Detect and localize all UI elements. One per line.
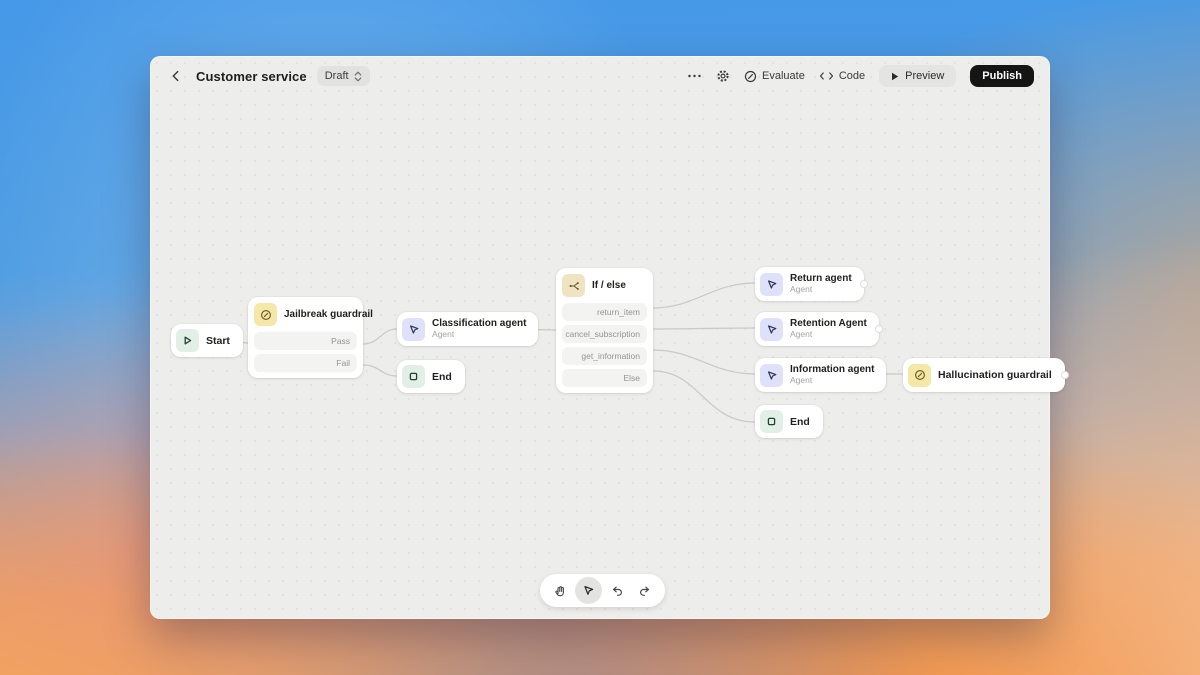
node-subtitle: Agent [790,376,874,386]
output-port[interactable] [860,280,868,288]
guardrail-icon [254,303,277,326]
canvas[interactable]: Customer service Draft Evaluate Code Pr [150,56,1050,619]
node-label: End [432,371,452,383]
end-stop-icon [760,410,783,433]
node-subtitle: Agent [432,330,526,340]
preview-button[interactable]: Preview [879,65,956,87]
status-dropdown[interactable]: Draft [317,66,370,86]
branch-row-get-information[interactable]: get_information [562,347,647,365]
pan-tool-button[interactable] [547,577,574,604]
node-title: Jailbreak guardrail [284,309,373,320]
evaluate-button[interactable]: Evaluate [744,70,805,83]
node-subtitle: Agent [790,285,852,295]
node-if-else[interactable]: If / else return_item cancel_subscriptio… [556,268,653,393]
chevron-up-down-icon [354,71,362,82]
agent-icon [760,364,783,387]
node-label: End [790,416,810,428]
node-start[interactable]: Start [171,324,243,357]
undo-button[interactable] [603,577,630,604]
branch-row-cancel-subscription[interactable]: cancel_subscription [562,325,647,343]
start-play-icon [176,329,199,352]
node-jailbreak-guardrail[interactable]: Jailbreak guardrail Pass Fail [248,297,363,378]
settings-button[interactable] [716,69,730,83]
page-title: Customer service [196,69,307,84]
more-menu-button[interactable] [687,69,702,83]
branch-row-else[interactable]: Else [562,369,647,387]
agent-icon [402,318,425,341]
node-hallucination-guardrail[interactable]: Hallucination guardrail [903,358,1065,392]
code-icon [819,70,834,82]
node-label: Start [206,335,230,347]
guardrail-icon [908,364,931,387]
ellipsis-icon [687,69,702,83]
publish-label: Publish [982,70,1022,82]
cursor-icon [582,584,595,597]
status-badge: Draft [325,70,349,82]
redo-icon [638,584,652,598]
agent-icon [760,318,783,341]
node-return-agent[interactable]: Return agent Agent [755,267,864,301]
node-retention-agent[interactable]: Retention Agent Agent [755,312,879,346]
preview-label: Preview [905,70,944,82]
publish-button[interactable]: Publish [970,65,1034,87]
node-title: If / else [592,280,626,291]
play-icon [891,72,899,81]
node-subtitle: Agent [790,330,867,340]
node-title: Hallucination guardrail [938,369,1052,381]
branch-row-return-item[interactable]: return_item [562,303,647,321]
code-label: Code [839,70,865,82]
builder-header: Customer service Draft Evaluate Code Pr [150,56,1050,96]
gear-icon [716,69,730,83]
branch-row-fail[interactable]: Fail [254,354,357,372]
evaluate-icon [744,70,757,83]
hand-icon [553,584,567,598]
back-button[interactable] [166,66,186,86]
node-end-right[interactable]: End [755,405,823,438]
node-information-agent[interactable]: Information agent Agent [755,358,886,392]
select-tool-button[interactable] [575,577,602,604]
node-classification-agent[interactable]: Classification agent Agent [397,312,538,346]
code-button[interactable]: Code [819,70,865,82]
undo-icon [610,584,624,598]
output-port[interactable] [1061,371,1069,379]
evaluate-label: Evaluate [762,70,805,82]
end-stop-icon [402,365,425,388]
agent-icon [760,273,783,296]
output-port[interactable] [875,325,883,333]
node-end-left[interactable]: End [397,360,465,393]
branch-icon [562,274,585,297]
redo-button[interactable] [631,577,658,604]
canvas-toolbar [540,574,665,607]
chevron-left-icon [169,69,183,83]
branch-row-pass[interactable]: Pass [254,332,357,350]
